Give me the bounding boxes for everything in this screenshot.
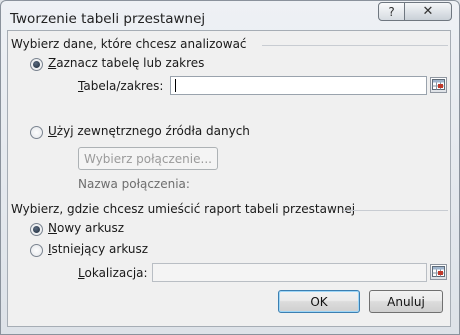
- title-bar: Tworzenie tabeli przestawnej ? ✕: [1, 1, 459, 31]
- location-label: Lokalizacja:: [78, 266, 148, 280]
- external-source-radio[interactable]: [30, 126, 43, 139]
- range-picker-icon: [432, 266, 445, 277]
- placement-heading: Wybierz, gdzie chcesz umieścić raport ta…: [11, 202, 356, 216]
- table-range-input[interactable]: [170, 76, 427, 95]
- range-picker-icon: [432, 79, 445, 90]
- help-icon: ?: [388, 4, 395, 19]
- text-caret: [175, 79, 176, 92]
- data-source-heading: Wybierz dane, które chcesz analizować: [11, 37, 247, 51]
- dialog-body: Wybierz dane, które chcesz analizować Za…: [7, 30, 451, 327]
- table-range-picker-button[interactable]: [430, 77, 447, 93]
- close-icon: ✕: [422, 4, 434, 19]
- new-worksheet-label[interactable]: Nowy arkusz: [48, 221, 124, 235]
- connection-name-label: Nazwa połączenia:: [78, 177, 190, 191]
- new-worksheet-radio[interactable]: [30, 223, 43, 236]
- existing-worksheet-label[interactable]: Istniejący arkusz: [48, 242, 148, 256]
- location-picker-button[interactable]: [430, 264, 447, 280]
- close-button[interactable]: ✕: [404, 2, 452, 21]
- help-button[interactable]: ?: [378, 2, 405, 21]
- existing-worksheet-radio[interactable]: [30, 244, 43, 257]
- external-source-label[interactable]: Użyj zewnętrznego źródła danych: [48, 124, 250, 138]
- location-input[interactable]: [152, 263, 427, 282]
- select-table-radio[interactable]: [30, 58, 43, 71]
- select-table-label[interactable]: Zaznacz tabelę lub zakres: [48, 56, 204, 70]
- cancel-button[interactable]: Anuluj: [369, 290, 443, 313]
- group-divider: [343, 210, 448, 211]
- choose-connection-button[interactable]: Wybierz połączenie...: [78, 147, 218, 170]
- table-range-label: Tabela/zakres:: [78, 79, 164, 93]
- dialog-title: Tworzenie tabeli przestawnej: [10, 11, 206, 27]
- ok-button[interactable]: OK: [278, 290, 360, 313]
- group-divider: [262, 45, 448, 46]
- pivot-table-dialog: Tworzenie tabeli przestawnej ? ✕ Wybierz…: [0, 0, 460, 335]
